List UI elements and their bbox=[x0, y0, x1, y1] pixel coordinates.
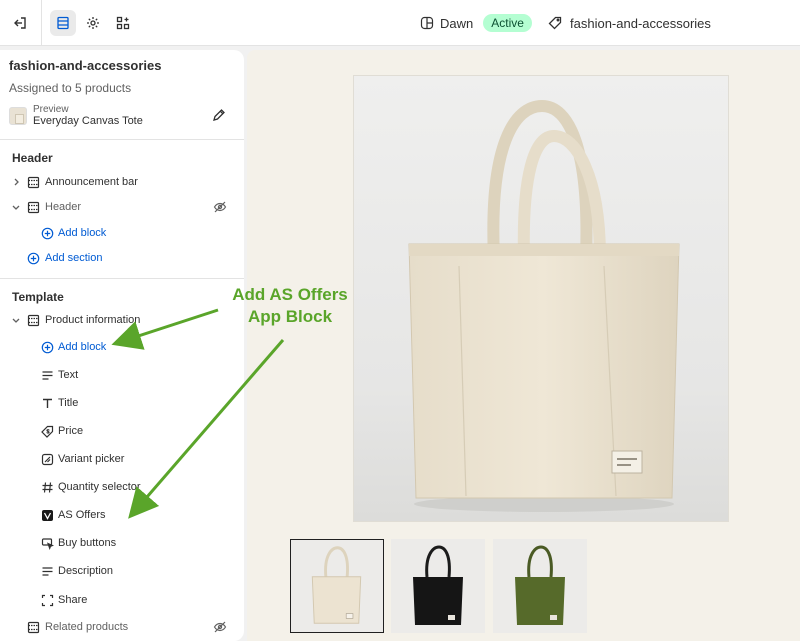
block-buy-buttons[interactable]: Buy buttons bbox=[0, 532, 244, 554]
product-main-image[interactable] bbox=[353, 75, 729, 522]
add-section-label: Add section bbox=[45, 252, 103, 264]
add-block-button[interactable]: Add block bbox=[0, 222, 244, 244]
block-as-offers[interactable]: AS Offers bbox=[0, 504, 244, 526]
price-tag-icon bbox=[40, 424, 54, 438]
plus-circle-icon bbox=[26, 251, 40, 265]
eye-hidden-icon[interactable] bbox=[213, 200, 227, 214]
block-label: Title bbox=[58, 397, 79, 409]
block-label: Share bbox=[58, 594, 88, 606]
top-bar: Dawn Active fashion-and-accessories bbox=[0, 0, 800, 46]
template-group-title: Template bbox=[12, 290, 64, 304]
block-price[interactable]: Price bbox=[0, 420, 244, 442]
sections-icon bbox=[57, 16, 69, 30]
section-icon bbox=[26, 620, 40, 634]
block-label: Variant picker bbox=[58, 453, 125, 465]
annotation-label: Add AS Offers App Block bbox=[212, 284, 368, 328]
product-thumbnail-black[interactable] bbox=[391, 539, 485, 633]
theme-selector[interactable]: Dawn Active bbox=[420, 12, 532, 34]
variant-icon bbox=[40, 452, 54, 466]
block-label: Text bbox=[58, 369, 79, 381]
block-variant-picker[interactable]: Variant picker bbox=[0, 448, 244, 470]
eye-hidden-icon[interactable] bbox=[213, 620, 227, 634]
block-label: AS Offers bbox=[58, 509, 106, 521]
section-label: Header bbox=[45, 201, 82, 213]
theme-icon bbox=[420, 16, 434, 30]
block-label: Quantity selector bbox=[58, 481, 141, 493]
app-block-icon bbox=[40, 508, 54, 522]
gear-icon bbox=[87, 17, 99, 29]
sections-button[interactable] bbox=[50, 10, 76, 36]
divider bbox=[0, 278, 244, 279]
section-icon bbox=[26, 200, 40, 214]
pencil-icon[interactable] bbox=[212, 108, 228, 124]
block-quantity-selector[interactable]: Quantity selector bbox=[0, 476, 244, 498]
add-section-button[interactable]: Add section bbox=[0, 247, 244, 269]
share-frame-icon bbox=[40, 593, 54, 607]
template-selector[interactable]: fashion-and-accessories bbox=[548, 12, 711, 34]
block-label: Buy buttons bbox=[58, 537, 117, 549]
text-icon bbox=[40, 368, 54, 382]
add-block-button[interactable]: Add block bbox=[0, 336, 244, 358]
chevron-down-icon[interactable] bbox=[11, 315, 21, 325]
section-product-information[interactable]: Product information bbox=[0, 309, 244, 331]
section-icon bbox=[26, 313, 40, 327]
sidebar: fashion-and-accessories Assigned to 5 pr… bbox=[0, 50, 244, 641]
block-label: Description bbox=[58, 565, 114, 577]
settings-button[interactable] bbox=[80, 10, 106, 36]
page-title: fashion-and-accessories bbox=[9, 58, 162, 73]
divider bbox=[0, 139, 244, 140]
add-block-label: Add block bbox=[58, 341, 107, 353]
section-label: Announcement bar bbox=[45, 176, 138, 188]
block-text[interactable]: Text bbox=[0, 364, 244, 386]
section-icon bbox=[26, 175, 40, 189]
theme-name: Dawn bbox=[440, 15, 474, 31]
product-thumbnail-natural[interactable] bbox=[290, 539, 384, 633]
annotation-line-2: App Block bbox=[247, 307, 333, 326]
preview-label: Preview bbox=[33, 104, 69, 115]
divider bbox=[41, 0, 42, 46]
block-share[interactable]: Share bbox=[0, 589, 244, 611]
block-label: Price bbox=[58, 425, 84, 437]
annotation-line-1: Add AS Offers bbox=[232, 285, 348, 304]
tag-icon bbox=[548, 16, 562, 30]
section-announcement-bar[interactable]: Announcement bar bbox=[0, 171, 244, 193]
assigned-count: Assigned to 5 products bbox=[9, 81, 132, 95]
chevron-right-icon[interactable] bbox=[11, 177, 21, 187]
status-badge: Active bbox=[483, 14, 532, 32]
section-label: Product information bbox=[45, 314, 141, 326]
text-icon bbox=[40, 564, 54, 578]
add-block-label: Add block bbox=[58, 227, 107, 239]
apps-icon bbox=[116, 16, 130, 30]
apps-button[interactable] bbox=[110, 10, 136, 36]
block-description[interactable]: Description bbox=[0, 560, 244, 582]
hash-icon bbox=[40, 480, 54, 494]
preview-product-name: Everyday Canvas Tote bbox=[33, 115, 143, 127]
product-thumbnail-olive[interactable] bbox=[493, 539, 587, 633]
chevron-down-icon[interactable] bbox=[11, 202, 21, 212]
product-thumbnail bbox=[9, 107, 27, 125]
title-icon bbox=[40, 396, 54, 410]
section-header[interactable]: Header bbox=[0, 196, 244, 218]
header-group-title: Header bbox=[12, 151, 53, 165]
exit-icon[interactable] bbox=[8, 11, 32, 35]
block-title[interactable]: Title bbox=[0, 392, 244, 414]
section-label: Related products bbox=[45, 621, 129, 633]
section-related-products[interactable]: Related products bbox=[0, 616, 244, 638]
cursor-click-icon bbox=[40, 536, 54, 550]
plus-circle-icon bbox=[40, 226, 54, 240]
template-name: fashion-and-accessories bbox=[570, 15, 711, 31]
plus-circle-icon bbox=[40, 340, 54, 354]
